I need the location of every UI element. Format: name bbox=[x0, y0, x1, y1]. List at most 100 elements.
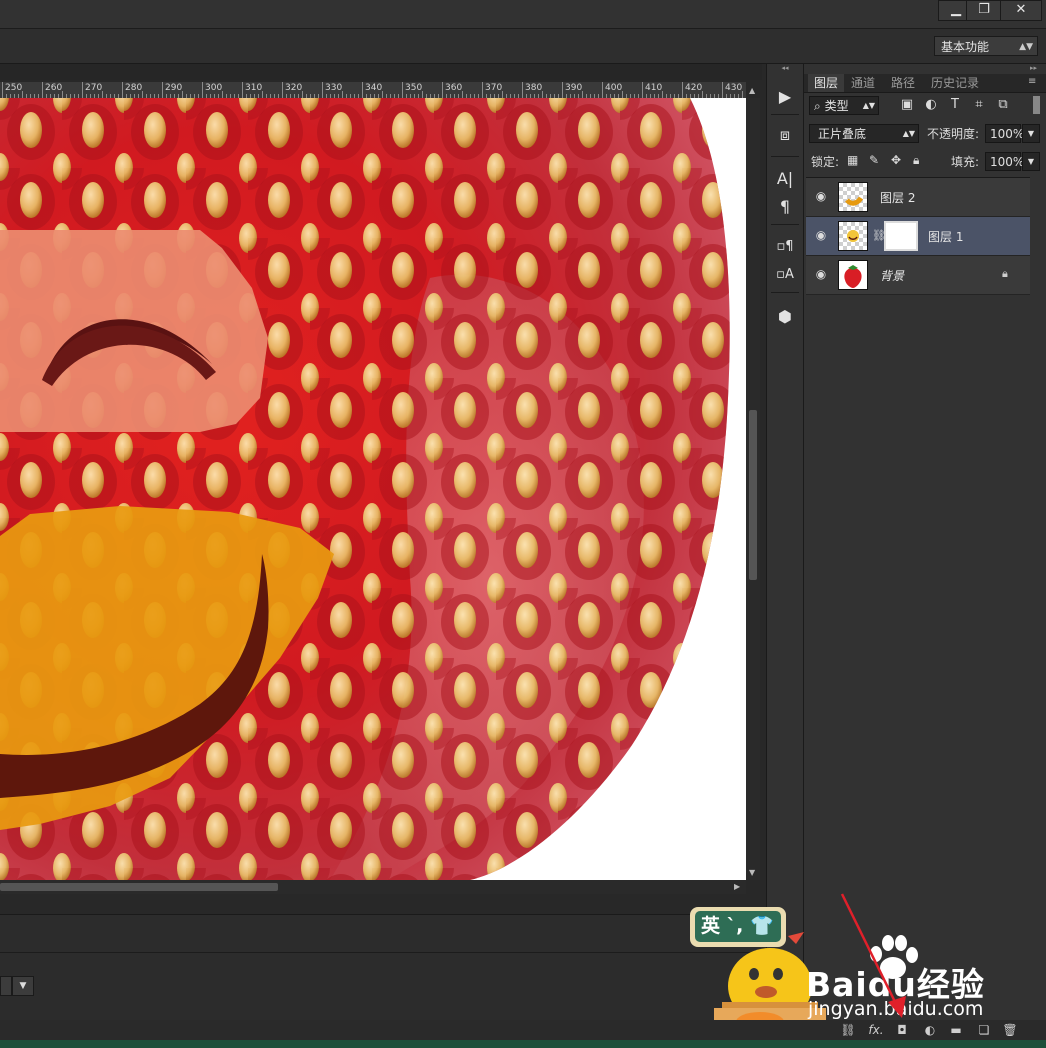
layer-name: 图层 1 bbox=[928, 230, 964, 244]
collapse-icon[interactable]: ◂◂ bbox=[771, 64, 799, 72]
paragraph-icon[interactable]: ¶ bbox=[771, 196, 799, 218]
ruler-label: 390 bbox=[565, 83, 583, 93]
ruler-minor-tick bbox=[222, 91, 223, 98]
opacity-dropdown-button[interactable]: ▼ bbox=[1022, 124, 1040, 143]
lock-move-icon[interactable]: ✥ bbox=[891, 153, 901, 167]
ruler-minor-tick bbox=[662, 91, 663, 98]
lock-label: 锁定: bbox=[811, 155, 840, 169]
updown-arrow-icon: ▲▼ bbox=[862, 101, 875, 110]
ruler-label: 430 bbox=[725, 83, 743, 93]
eye-icon[interactable]: ◉ bbox=[814, 228, 828, 242]
ruler-minor-tick bbox=[102, 91, 103, 98]
annotation-arrow bbox=[840, 893, 906, 1018]
para-style-icon[interactable]: ▫A bbox=[771, 264, 799, 286]
ruler-tick bbox=[642, 82, 643, 98]
ruler-label: 420 bbox=[685, 83, 703, 93]
fill-input[interactable]: 100% bbox=[985, 152, 1024, 171]
new-layer-icon[interactable]: ❏ bbox=[976, 1023, 992, 1037]
layer-mask-thumbnail[interactable] bbox=[884, 221, 918, 251]
ruler-tick bbox=[82, 82, 83, 98]
tab-history[interactable]: 历史记录 bbox=[931, 74, 979, 92]
filter-label: 类型 bbox=[824, 99, 849, 113]
lock-transparency-icon[interactable]: ▦ bbox=[847, 153, 858, 167]
options-bar bbox=[0, 29, 1046, 64]
eye-icon[interactable]: ◉ bbox=[814, 267, 828, 281]
3d-cube-icon[interactable]: ⧈ bbox=[771, 124, 799, 146]
3d-object-icon[interactable]: ⬢ bbox=[771, 306, 799, 328]
character-icon[interactable]: A| bbox=[771, 168, 799, 190]
opacity-input[interactable]: 100% bbox=[985, 124, 1024, 143]
char-style-icon[interactable]: ▫¶ bbox=[771, 236, 799, 258]
ruler-tick bbox=[682, 82, 683, 98]
fill-dropdown-button[interactable]: ▼ bbox=[1022, 152, 1040, 171]
shape-filter-icon[interactable]: ⌗ bbox=[971, 97, 987, 113]
workspace-select[interactable]: 基本功能 ▲▼ bbox=[934, 36, 1038, 56]
close-button[interactable]: ✕ bbox=[1000, 0, 1042, 21]
timeline-button[interactable] bbox=[0, 976, 12, 996]
tab-layers[interactable]: 图层 bbox=[808, 74, 844, 92]
layer-filter-select[interactable]: ⌕ 类型 ▲▼ bbox=[809, 96, 879, 115]
play-icon[interactable]: ▶ bbox=[771, 86, 799, 108]
horizontal-scroll-thumb[interactable] bbox=[0, 883, 278, 891]
layer-thumbnail bbox=[838, 182, 868, 212]
ruler-minor-tick bbox=[382, 91, 383, 98]
filter-toggle[interactable] bbox=[1033, 96, 1040, 114]
tab-channels[interactable]: 通道 bbox=[851, 74, 875, 92]
ruler-label: 370 bbox=[485, 83, 503, 93]
strawberry-thumb-icon bbox=[844, 265, 862, 288]
close-icon: ✕ bbox=[1015, 2, 1027, 17]
layer-lock-icon: 🔒︎ bbox=[1002, 267, 1008, 280]
type-filter-icon[interactable]: T bbox=[947, 97, 963, 113]
link-icon[interactable]: ⛓ bbox=[840, 1023, 856, 1037]
layer-row[interactable]: ◉ 背景 🔒︎ bbox=[806, 256, 1030, 295]
adjustment-icon[interactable]: ◐ bbox=[922, 1023, 938, 1037]
horizontal-ruler: 250 260 270 280 290 300 310 320 330 340 350 360 370 3… bbox=[0, 82, 746, 99]
opacity-label: 不透明度: bbox=[927, 127, 980, 141]
ruler-minor-tick bbox=[262, 91, 263, 98]
ruler-minor-tick bbox=[502, 91, 503, 98]
ruler-minor-tick bbox=[622, 91, 623, 98]
ruler-tick bbox=[402, 82, 403, 98]
add-mask-icon[interactable]: ◘ bbox=[894, 1023, 910, 1037]
ruler-tick bbox=[2, 82, 3, 98]
eye-icon[interactable]: ◉ bbox=[814, 189, 828, 203]
panel-tool-strip: ◂◂ ▶ ⧈ A| ¶ ▫¶ ▫A ⬢ bbox=[766, 64, 804, 1020]
ruler-label: 270 bbox=[85, 83, 103, 93]
adjustment-filter-icon[interactable]: ◐ bbox=[923, 97, 939, 113]
smart-object-filter-icon[interactable]: ⧉ bbox=[995, 97, 1011, 113]
os-taskbar bbox=[0, 1040, 1046, 1048]
blend-mode-select[interactable]: 正片叠底 ▲▼ bbox=[809, 124, 919, 143]
window-title-bar bbox=[0, 0, 1046, 29]
lock-all-icon[interactable]: 🔒︎ bbox=[913, 153, 919, 168]
scroll-up-icon[interactable]: ▲ bbox=[749, 86, 755, 95]
tab-paths[interactable]: 路径 bbox=[891, 74, 915, 92]
timeline-dropdown-button[interactable]: ▼ bbox=[12, 976, 34, 996]
fx-icon[interactable]: fx. bbox=[868, 1023, 884, 1037]
vertical-scroll-thumb[interactable] bbox=[749, 410, 757, 580]
pixel-filter-icon[interactable]: ▣ bbox=[899, 97, 915, 113]
layer-row-selected[interactable]: ◉ ⛓ 图层 1 bbox=[806, 217, 1030, 256]
scroll-right-icon[interactable]: ▶ bbox=[734, 882, 740, 891]
updown-arrow-icon: ▲▼ bbox=[1019, 42, 1033, 52]
ruler-minor-tick bbox=[462, 91, 463, 98]
lock-brush-icon[interactable]: ✎ bbox=[869, 153, 879, 167]
restore-button[interactable]: ❐ bbox=[966, 0, 1002, 21]
document-canvas[interactable] bbox=[0, 98, 746, 880]
layer-row[interactable]: ◉ 图层 2 bbox=[806, 178, 1030, 217]
canvas-image bbox=[0, 98, 746, 880]
folder-icon[interactable]: ▬ bbox=[948, 1023, 964, 1037]
ruler-minor-tick bbox=[702, 91, 703, 98]
panel-menu-icon[interactable]: ≡ bbox=[1028, 76, 1036, 87]
fill-label: 填充: bbox=[951, 155, 980, 169]
layer-thumbnail bbox=[838, 221, 868, 251]
timeline-divider bbox=[0, 952, 762, 953]
scroll-down-icon[interactable]: ▼ bbox=[749, 868, 755, 877]
ruler-minor-tick bbox=[342, 91, 343, 98]
ruler-label: 340 bbox=[365, 83, 383, 93]
expand-icon[interactable]: ▸▸ bbox=[1030, 64, 1037, 72]
layer-name: 图层 2 bbox=[880, 191, 916, 205]
ruler-label: 260 bbox=[45, 83, 63, 93]
trash-icon[interactable]: 🗑︎ bbox=[1002, 1023, 1018, 1037]
timeline-panel bbox=[0, 914, 762, 1021]
ruler-label: 360 bbox=[445, 83, 463, 93]
